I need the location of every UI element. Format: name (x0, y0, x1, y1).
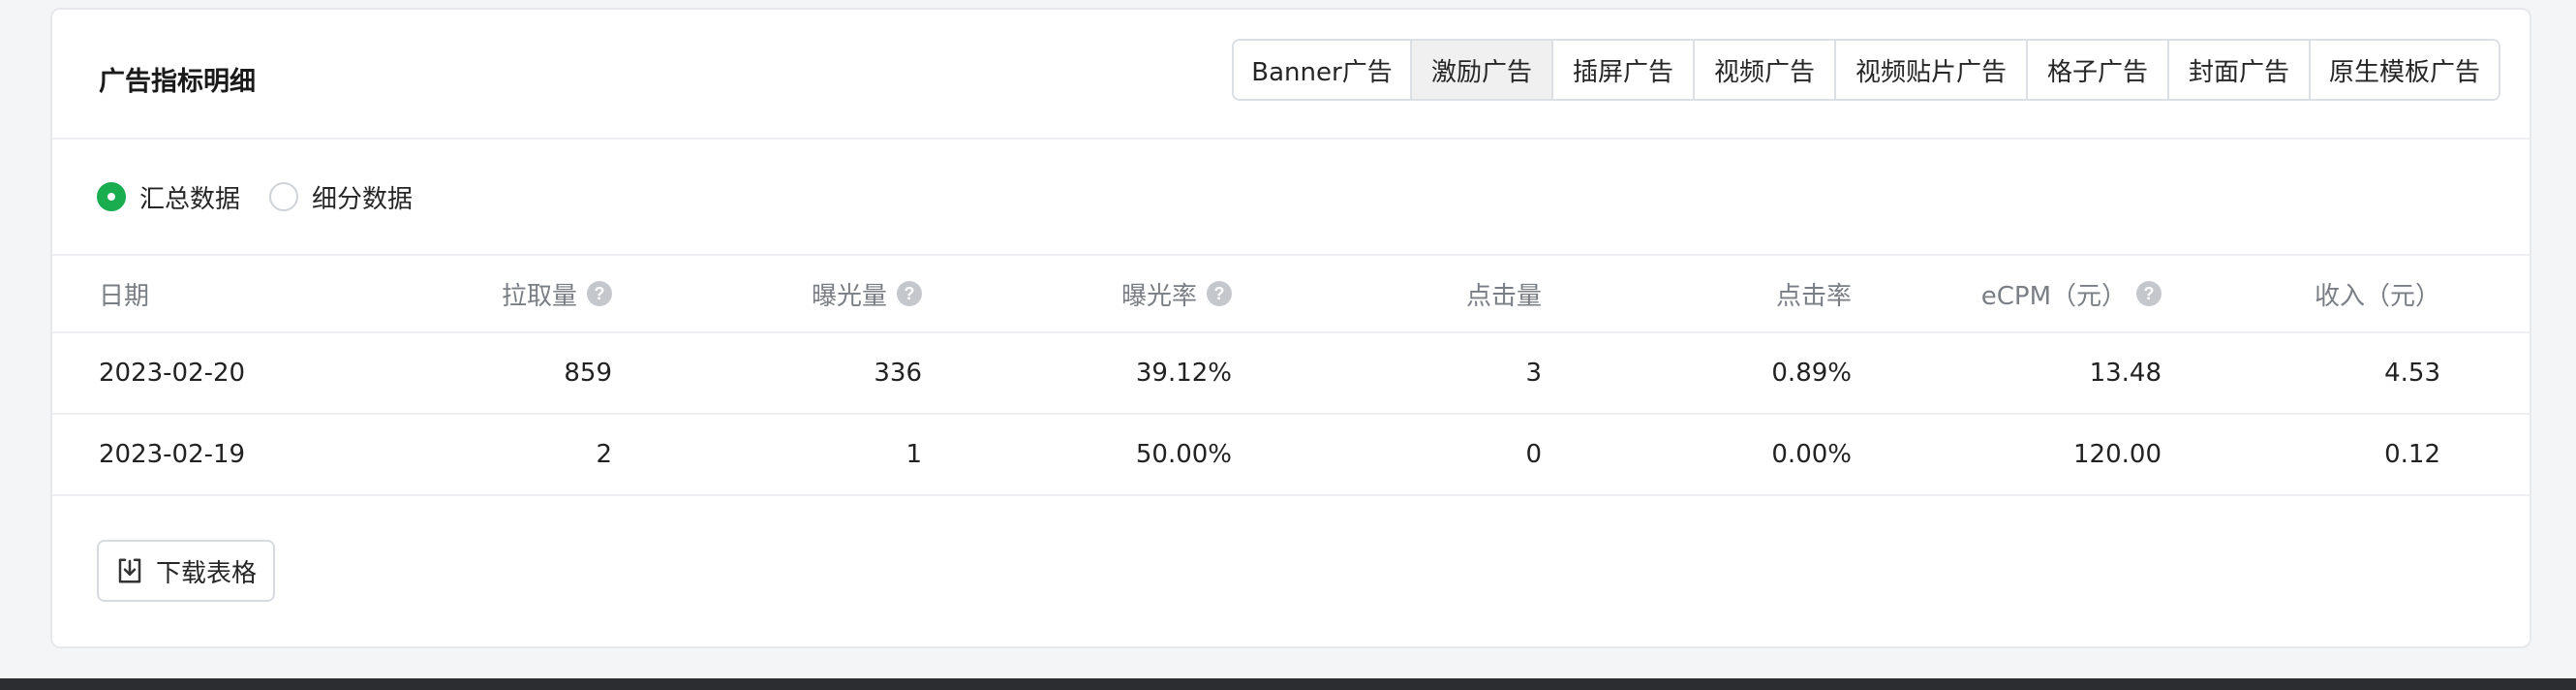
help-icon[interactable]: ? (2136, 281, 2162, 306)
column-label: 点击量 (1465, 281, 1542, 311)
column-header-requests: 拉取量 ? (302, 276, 612, 312)
cell-requests: 2 (596, 440, 612, 469)
cell-requests: 859 (564, 359, 612, 388)
help-icon[interactable]: ? (587, 281, 612, 306)
radio-label: 细分数据 (312, 184, 414, 214)
radio-detail-data[interactable]: 细分数据 (269, 179, 413, 215)
download-icon (118, 558, 141, 583)
radio-checked-icon (97, 182, 126, 211)
column-label: 拉取量 (501, 281, 577, 311)
cell-date: 2023-02-19 (99, 440, 246, 469)
column-header-impression-rate: 曝光率 ? (922, 276, 1232, 312)
column-label: 收入（元） (2314, 281, 2440, 311)
cell-revenue: 0.12 (2384, 440, 2440, 469)
tab-native-template[interactable]: 原生模板广告 (2309, 41, 2499, 99)
radio-label: 汇总数据 (139, 184, 241, 214)
tab-banner[interactable]: Banner广告 (1234, 41, 1410, 99)
column-label: 日期 (99, 281, 150, 311)
cell-ecpm: 120.00 (2073, 440, 2162, 469)
card-footer: 下载表格 (52, 496, 2530, 642)
cell-clicks: 0 (1525, 440, 1542, 469)
column-header-impressions: 曝光量 ? (612, 276, 922, 312)
tab-video[interactable]: 视频广告 (1693, 41, 1834, 99)
column-label: 点击率 (1775, 281, 1852, 311)
metrics-table: 日期 拉取量 ? 曝光量 ? 曝光率 ? 点击量 点击率 eCPM（元） ? 收… (52, 256, 2530, 496)
help-icon[interactable]: ? (897, 281, 922, 306)
page-title: 广告指标明细 (99, 67, 256, 97)
cell-date: 2023-02-20 (99, 359, 246, 388)
column-header-click-rate: 点击率 (1542, 276, 1852, 312)
table-header-row: 日期 拉取量 ? 曝光量 ? 曝光率 ? 点击量 点击率 eCPM（元） ? 收… (52, 256, 2530, 333)
column-label: eCPM（元） (1980, 281, 2127, 311)
bottom-strip (0, 678, 2576, 690)
cell-impressions: 1 (905, 440, 922, 469)
cell-impression-rate: 39.12% (1135, 359, 1232, 388)
cell-ecpm: 13.48 (2089, 359, 2162, 388)
cell-clicks: 3 (1525, 359, 1542, 388)
column-header-revenue: 收入（元） (2162, 276, 2440, 312)
tab-interstitial[interactable]: 插屏广告 (1551, 41, 1693, 99)
card-header: 广告指标明细 Banner广告 激励广告 插屏广告 视频广告 视频贴片广告 格子… (52, 10, 2530, 140)
download-table-button[interactable]: 下载表格 (97, 540, 275, 602)
table-row: 2023-02-20 859 336 39.12% 3 0.89% 13.48 … (52, 333, 2530, 415)
cell-impressions: 336 (874, 359, 922, 388)
view-mode-radio-group: 汇总数据 细分数据 (52, 140, 2530, 256)
cell-click-rate: 0.00% (1771, 440, 1852, 469)
cell-click-rate: 0.89% (1771, 359, 1852, 388)
column-label: 曝光量 (811, 281, 887, 311)
tab-grid[interactable]: 格子广告 (2026, 41, 2167, 99)
ad-type-tabs: Banner广告 激励广告 插屏广告 视频广告 视频贴片广告 格子广告 封面广告… (1232, 39, 2500, 101)
download-label: 下载表格 (155, 558, 257, 588)
radio-unchecked-icon (269, 182, 299, 211)
tab-cover[interactable]: 封面广告 (2167, 41, 2309, 99)
column-header-date: 日期 (52, 276, 302, 312)
column-header-clicks: 点击量 (1232, 276, 1542, 312)
radio-summary-data[interactable]: 汇总数据 (97, 179, 240, 215)
help-icon[interactable]: ? (1207, 281, 1232, 306)
table-row: 2023-02-19 2 1 50.00% 0 0.00% 120.00 0.1… (52, 415, 2530, 496)
tab-rewarded[interactable]: 激励广告 (1410, 41, 1551, 99)
ad-metrics-card: 广告指标明细 Banner广告 激励广告 插屏广告 视频广告 视频贴片广告 格子… (50, 8, 2531, 648)
column-header-ecpm: eCPM（元） ? (1852, 276, 2162, 312)
cell-revenue: 4.53 (2384, 359, 2440, 388)
tab-video-preroll[interactable]: 视频贴片广告 (1834, 41, 2026, 99)
column-label: 曝光率 (1120, 281, 1197, 311)
cell-impression-rate: 50.00% (1135, 440, 1232, 469)
